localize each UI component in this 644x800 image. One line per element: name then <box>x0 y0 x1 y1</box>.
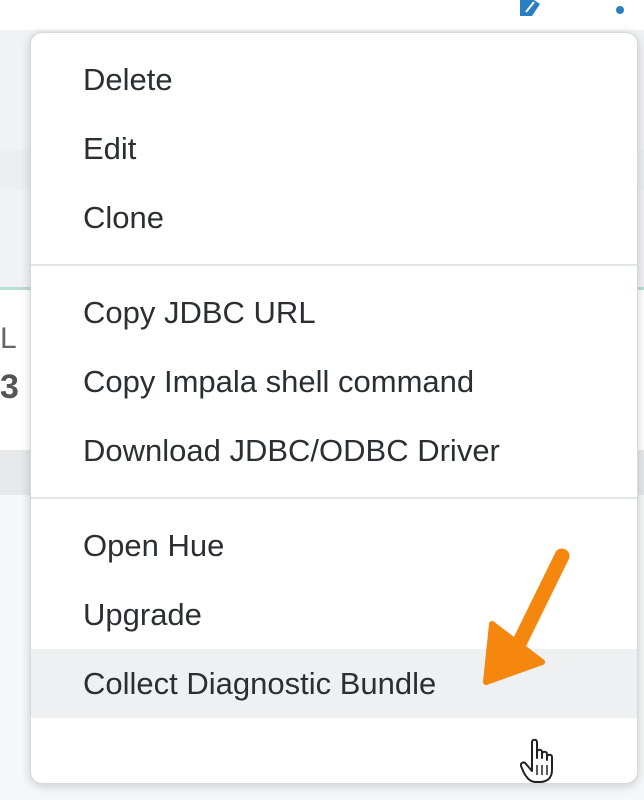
hand-pointer-cursor-icon <box>520 738 553 783</box>
status-dot-icon[interactable] <box>616 6 624 14</box>
partially-hidden-text: L <box>0 322 17 355</box>
partially-hidden-number: 3 <box>0 368 19 406</box>
edit-icon[interactable] <box>520 0 540 16</box>
menu-group-connection: Copy JDBC URL Copy Impala shell command … <box>31 266 637 497</box>
menu-item-clone[interactable]: Clone <box>31 183 637 252</box>
menu-item-download-driver[interactable]: Download JDBC/ODBC Driver <box>31 416 637 485</box>
menu-item-copy-jdbc-url[interactable]: Copy JDBC URL <box>31 278 637 347</box>
top-bar <box>0 0 644 30</box>
menu-item-copy-impala-shell-command[interactable]: Copy Impala shell command <box>31 347 637 416</box>
arrow-annotation-icon <box>483 548 570 685</box>
menu-item-edit[interactable]: Edit <box>31 114 637 183</box>
menu-item-delete[interactable]: Delete <box>31 45 637 114</box>
menu-group-actions: Delete Edit Clone <box>31 33 637 264</box>
